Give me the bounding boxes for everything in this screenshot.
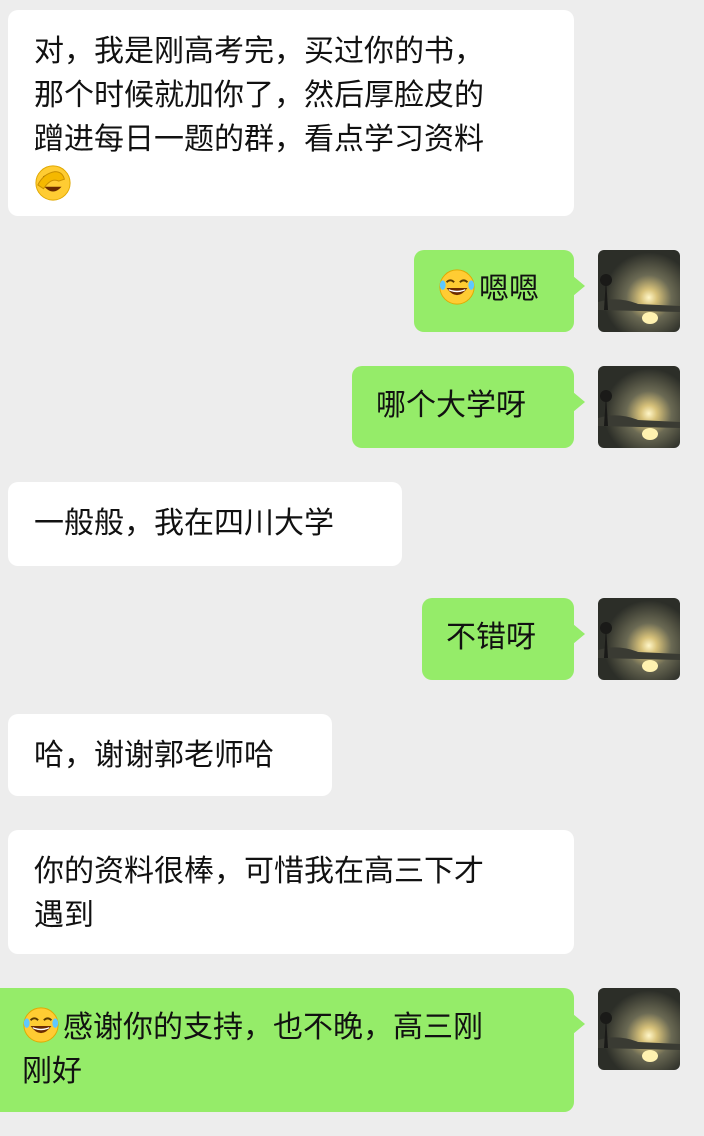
message-text-line: 你的资料很棒，可惜我在高三下才: [34, 854, 484, 889]
avatar[interactable]: [598, 988, 680, 1070]
message-text-line: 感谢你的支持，也不晚，高三刚: [22, 1006, 550, 1050]
sunset-lake-avatar-icon: [598, 250, 680, 332]
message-text-line: 蹭进每日一题的群，看点学习资料: [34, 122, 484, 157]
message-bubble-incoming: 对，我是刚高考完，买过你的书， 那个时候就加你了，然后厚脸皮的 蹭进每日一题的群…: [8, 10, 574, 216]
avatar[interactable]: [598, 250, 680, 332]
tears-of-joy-emoji-icon: [22, 1006, 60, 1044]
message-text-line: 那个时候就加你了，然后厚脸皮的: [34, 78, 484, 113]
sunset-lake-avatar-icon: [598, 366, 680, 448]
message-bubble-outgoing: 哪个大学呀: [352, 366, 585, 448]
message-text: 嗯嗯: [479, 272, 539, 307]
sunset-lake-avatar-icon: [598, 598, 680, 680]
message-text: 哪个大学呀: [376, 388, 526, 423]
message-bubble-outgoing: 嗯嗯: [414, 250, 585, 332]
message-bubble-outgoing: 感谢你的支持，也不晚，高三刚 刚好: [0, 988, 585, 1112]
message-bubble-incoming: 哈，谢谢郭老师哈: [8, 714, 332, 796]
message-text-line: 遇到: [34, 898, 94, 933]
message-text: 哈，谢谢郭老师哈: [34, 738, 274, 773]
message-text: 一般般，我在四川大学: [34, 506, 334, 541]
facepalm-emoji-icon: [34, 164, 72, 202]
message-text: 感谢你的支持，也不晚，高三刚: [63, 1010, 483, 1045]
avatar[interactable]: [598, 366, 680, 448]
message-bubble-incoming: 一般般，我在四川大学: [8, 482, 402, 566]
tears-of-joy-emoji-icon: [438, 268, 476, 306]
avatar[interactable]: [598, 598, 680, 680]
message-bubble-incoming: 你的资料很棒，可惜我在高三下才 遇到: [8, 830, 574, 954]
message-bubble-outgoing: 不错呀: [422, 598, 585, 680]
message-text-line: 刚好: [22, 1054, 82, 1089]
message-text: 不错呀: [446, 620, 536, 655]
message-text-line: 对，我是刚高考完，买过你的书，: [34, 34, 484, 69]
sunset-lake-avatar-icon: [598, 988, 680, 1070]
